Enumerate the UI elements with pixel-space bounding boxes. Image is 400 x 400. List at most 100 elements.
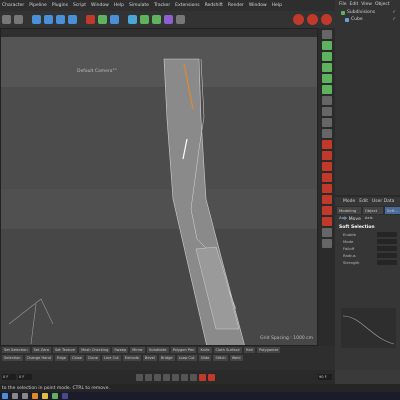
command-button[interactable]: Change Hand [24, 355, 53, 361]
menu-item[interactable]: Help [114, 3, 124, 8]
task-view-icon[interactable] [22, 393, 28, 399]
timeline-start-field[interactable]: 0 F [2, 374, 16, 380]
play-icon[interactable] [162, 373, 170, 381]
snap-icon[interactable] [321, 118, 332, 127]
texture-mode-icon[interactable] [321, 52, 332, 61]
menu-item[interactable]: Window [91, 3, 109, 8]
command-button[interactable]: Extrude [122, 355, 141, 361]
objmgr-menu-edit[interactable]: Edit [350, 2, 359, 7]
menu-item[interactable]: Window [249, 3, 267, 8]
attr-menu-edit[interactable]: Edit [359, 199, 368, 204]
inflate-icon[interactable] [321, 184, 332, 193]
command-button[interactable]: Mirror [130, 347, 145, 353]
command-button[interactable]: Cloth Surface [213, 347, 242, 353]
render-view-icon[interactable] [293, 14, 304, 25]
menu-item[interactable]: Character [2, 3, 24, 8]
live-selection-icon[interactable] [32, 15, 41, 24]
attr-menu-mode[interactable]: Mode [343, 199, 355, 204]
command-button[interactable]: Set Selection [2, 347, 30, 353]
app-icon[interactable] [52, 393, 58, 399]
browser-icon[interactable] [32, 393, 38, 399]
layer-icon[interactable] [321, 228, 332, 237]
undo-icon[interactable] [2, 15, 11, 24]
spline-icon[interactable] [140, 15, 149, 24]
polygons-mode-icon[interactable] [321, 85, 332, 94]
menu-item[interactable]: Redshift [205, 3, 223, 8]
model-mode-icon[interactable] [321, 41, 332, 50]
attr-menu-user-data[interactable]: User Data [372, 199, 394, 204]
redo-icon[interactable] [14, 15, 23, 24]
command-button[interactable]: Loop Cut [176, 355, 197, 361]
command-button[interactable]: Subdivide [146, 347, 169, 353]
next-frame-icon[interactable] [171, 373, 179, 381]
command-button[interactable]: Set Zero [31, 347, 51, 353]
object-row-subdivisions[interactable]: Subdivisions ✓ [335, 9, 400, 16]
windows-start-icon[interactable] [2, 393, 8, 399]
brush-icon[interactable] [321, 151, 332, 160]
menu-item[interactable]: Pipeline [29, 3, 47, 8]
command-button[interactable]: Sweep [112, 347, 129, 353]
timeline-end-field[interactable]: 90 F [318, 374, 332, 380]
command-button[interactable]: Knife [198, 347, 212, 353]
x-axis-icon[interactable] [86, 15, 95, 24]
generator-icon[interactable] [152, 15, 161, 24]
move-icon[interactable] [44, 15, 53, 24]
grab-icon[interactable] [321, 162, 332, 171]
objmgr-menu-view[interactable]: View [361, 2, 372, 7]
command-button[interactable]: Hair [243, 347, 256, 353]
menu-item[interactable]: Plugins [52, 3, 68, 8]
3d-viewport[interactable]: Default Camera°° Grid Spacing : 1000 cm [0, 28, 318, 346]
objmgr-menu-file[interactable]: File [339, 2, 347, 7]
points-mode-icon[interactable] [321, 63, 332, 72]
workplane-icon[interactable] [321, 129, 332, 138]
command-button[interactable]: Polygon Pen [170, 347, 197, 353]
pinch-icon[interactable] [321, 195, 332, 204]
go-to-start-icon[interactable] [135, 373, 143, 381]
mask-icon[interactable] [321, 239, 332, 248]
attr-row-falloff[interactable]: Falloff [335, 245, 400, 252]
command-button[interactable]: Stitch [213, 355, 228, 361]
enable-axis-icon[interactable] [321, 107, 332, 116]
command-button[interactable]: Set Texture [52, 347, 78, 353]
timeline-current-field[interactable]: 0 F [18, 374, 32, 380]
uvw-mode-icon[interactable] [321, 96, 332, 105]
file-explorer-icon[interactable] [42, 393, 48, 399]
record-icon[interactable] [198, 373, 206, 381]
tab-soft[interactable]: Soft... [384, 207, 400, 214]
attr-row-enable[interactable]: Enable [335, 231, 400, 238]
scale-icon[interactable] [56, 15, 65, 24]
command-button[interactable]: Bevel [142, 355, 157, 361]
y-axis-icon[interactable] [98, 15, 107, 24]
command-button[interactable]: Bridge [158, 355, 175, 361]
visibility-check-icon[interactable]: ✓ [392, 17, 396, 22]
autokey-icon[interactable] [207, 373, 215, 381]
menu-item[interactable]: Extensions [175, 3, 199, 8]
command-button[interactable]: Weld [229, 355, 243, 361]
objmgr-menu-object[interactable]: Object [375, 2, 390, 7]
attr-row-mode[interactable]: Mode [335, 238, 400, 245]
menu-item[interactable]: Help [272, 3, 282, 8]
falloff-curve-graph[interactable] [341, 308, 396, 348]
menu-item[interactable]: Tracker [154, 3, 170, 8]
command-button[interactable]: Clone [85, 355, 100, 361]
cube-icon[interactable] [128, 15, 137, 24]
command-button[interactable]: Line Cut [101, 355, 121, 361]
command-button[interactable]: Slide [198, 355, 212, 361]
make-editable-icon[interactable] [321, 30, 332, 39]
tab-modeling-axis[interactable]: Modeling Axis [337, 207, 361, 220]
render-picture-icon[interactable] [307, 14, 318, 25]
field-icon[interactable] [176, 15, 185, 24]
sculpt-icon[interactable] [321, 140, 332, 149]
command-button[interactable]: Mesh Checking [79, 347, 111, 353]
deformer-icon[interactable] [164, 15, 173, 24]
go-to-end-icon[interactable] [189, 373, 197, 381]
menu-item[interactable]: Render [228, 3, 244, 8]
wax-icon[interactable] [321, 217, 332, 226]
command-button[interactable]: Close [69, 355, 84, 361]
edges-mode-icon[interactable] [321, 74, 332, 83]
flatten-icon[interactable] [321, 206, 332, 215]
visibility-check-icon[interactable]: ✓ [392, 10, 396, 15]
smooth-icon[interactable] [321, 173, 332, 182]
next-key-icon[interactable] [180, 373, 188, 381]
attr-row-strength[interactable]: Strength [335, 259, 400, 266]
